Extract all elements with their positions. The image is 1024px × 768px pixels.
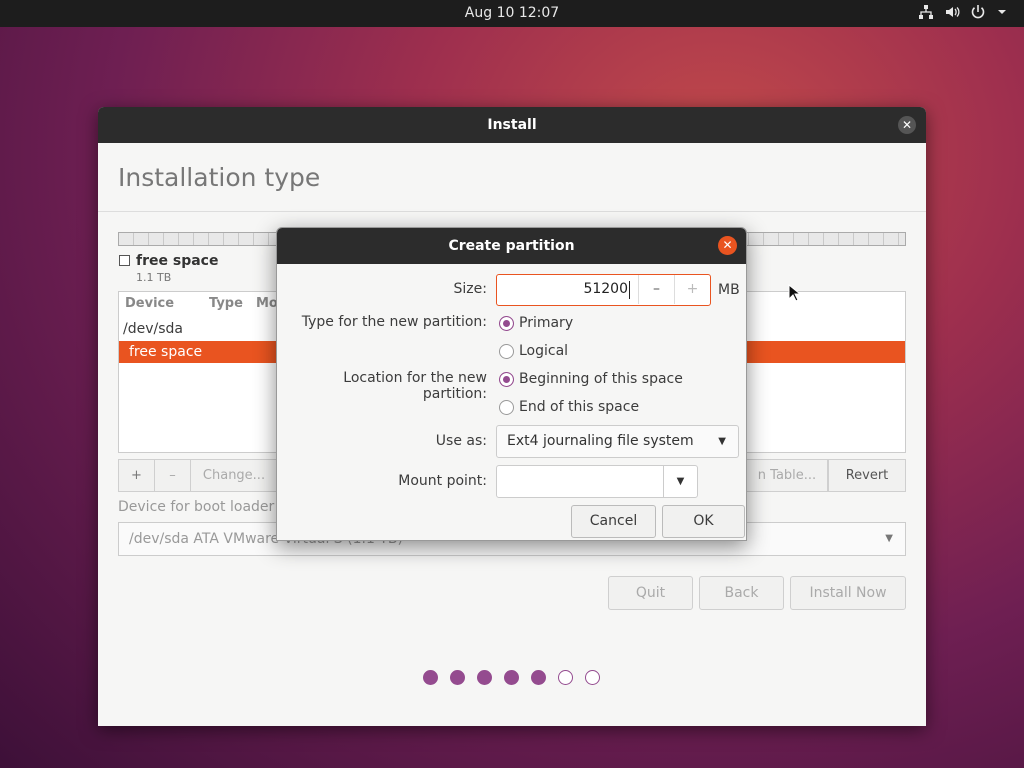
window-title: Install [487, 117, 537, 133]
end-radio-label[interactable]: End of this space [519, 399, 639, 415]
top-bar: Aug 10 12:07 [0, 0, 1024, 27]
logical-radio[interactable] [499, 344, 514, 359]
change-partition-button[interactable]: Change... [190, 459, 278, 492]
add-partition-button[interactable]: + [118, 459, 155, 492]
install-now-button[interactable]: Install Now [790, 576, 906, 610]
power-icon[interactable] [970, 4, 986, 20]
dialog-titlebar[interactable]: Create partition ✕ [277, 228, 746, 264]
column-header-device[interactable]: Device [125, 296, 174, 311]
legend-size: 1.1 TB [136, 271, 172, 284]
chevron-down-icon: ▼ [676, 476, 685, 487]
dialog-title: Create partition [448, 238, 575, 254]
chevron-down-icon: ▼ [718, 436, 726, 447]
row-device: /dev/sda [123, 321, 183, 337]
mouse-pointer-icon [788, 283, 802, 306]
network-icon[interactable] [918, 4, 934, 20]
remove-partition-button[interactable]: – [154, 459, 191, 492]
use-as-value: Ext4 journaling file system [507, 433, 694, 449]
legend-name: free space [136, 253, 219, 269]
type-label: Type for the new partition: [301, 314, 487, 330]
beginning-radio-label[interactable]: Beginning of this space [519, 371, 683, 387]
quit-button[interactable]: Quit [608, 576, 693, 610]
end-radio[interactable] [499, 400, 514, 415]
column-header-mount[interactable]: Mo [256, 296, 278, 311]
beginning-radio[interactable] [499, 372, 514, 387]
system-tray[interactable] [918, 4, 1012, 20]
primary-radio[interactable] [499, 316, 514, 331]
mount-point-label: Mount point: [398, 473, 487, 489]
chevron-down-icon: ▼ [885, 533, 893, 544]
size-decrement-button[interactable]: – [638, 275, 674, 304]
progress-dot-pending [558, 670, 573, 685]
mount-point-dropdown-button[interactable]: ▼ [663, 466, 697, 497]
progress-dot-done [423, 670, 438, 685]
clock[interactable]: Aug 10 12:07 [0, 5, 1024, 21]
use-as-label: Use as: [435, 433, 487, 449]
volume-icon[interactable] [944, 4, 960, 20]
window-titlebar[interactable]: Install ✕ [98, 107, 926, 143]
window-close-icon[interactable]: ✕ [898, 116, 916, 134]
cancel-button[interactable]: Cancel [571, 505, 656, 538]
dialog-close-icon[interactable]: ✕ [718, 236, 737, 255]
size-input[interactable]: 51200 – + [496, 274, 711, 306]
use-as-select[interactable]: Ext4 journaling file system ▼ [496, 425, 739, 458]
progress-dot-done [477, 670, 492, 685]
boot-loader-label: Device for boot loader i [118, 499, 283, 515]
primary-radio-label[interactable]: Primary [519, 315, 573, 331]
divider [98, 211, 926, 212]
size-increment-button[interactable]: + [674, 275, 710, 304]
mount-point-input[interactable]: ▼ [496, 465, 698, 498]
progress-dot-done [450, 670, 465, 685]
location-label: Location for the new partition: [343, 370, 487, 402]
row-device: free space [129, 344, 203, 360]
progress-dot-done [531, 670, 546, 685]
column-header-type[interactable]: Type [209, 296, 243, 311]
ok-button[interactable]: OK [662, 505, 745, 538]
page-title: Installation type [118, 163, 321, 192]
free-space-legend-swatch [119, 255, 130, 266]
create-partition-dialog: Create partition ✕ Size: 51200 – + MB Ty… [276, 227, 747, 541]
back-button[interactable]: Back [699, 576, 784, 610]
size-label: Size: [453, 281, 487, 297]
logical-radio-label[interactable]: Logical [519, 343, 568, 359]
menu-arrow-icon[interactable] [996, 4, 1012, 20]
text-caret [629, 281, 630, 299]
size-value: 51200 [583, 281, 628, 297]
size-unit: MB [718, 282, 740, 298]
progress-dots [423, 670, 600, 685]
progress-dot-done [504, 670, 519, 685]
progress-dot-pending [585, 670, 600, 685]
revert-button[interactable]: Revert [828, 459, 906, 492]
new-partition-table-button[interactable]: n Table... [746, 459, 828, 492]
